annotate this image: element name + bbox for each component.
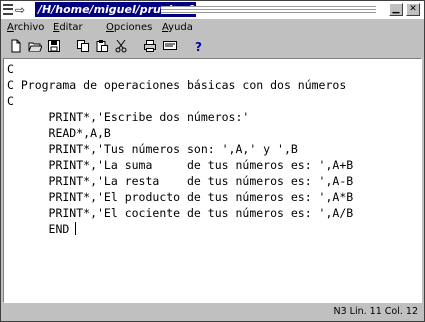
copy-icon[interactable] (76, 39, 90, 53)
menu-ayuda[interactable]: Ayuda (162, 21, 193, 35)
paste-icon[interactable] (95, 39, 109, 53)
code-line: PRINT*,'La suma de tus números es: ',A+B (7, 158, 354, 172)
new-file-icon[interactable] (9, 39, 23, 53)
cursor-position: N3 Lin. 11 Col. 12 (333, 306, 418, 317)
code-line: C Programa de operaciones básicas con do… (7, 78, 347, 92)
menu-opciones[interactable]: Opciones (106, 21, 152, 35)
code-line: PRINT*,'El cociente de tus números es: '… (7, 206, 354, 220)
status-bar: N3 Lin. 11 Col. 12 (3, 304, 422, 320)
svg-text:?: ? (195, 40, 202, 53)
text-caret (75, 222, 77, 235)
title-stripes (161, 6, 376, 14)
save-icon[interactable] (47, 39, 61, 53)
menu-archivo[interactable]: Archivo (7, 21, 44, 35)
menu-bar: Archivo Editar Opciones Ayuda (2, 19, 423, 37)
pin-icon[interactable]: ⇨ (15, 3, 25, 17)
minimize-button[interactable]: ▁ (389, 3, 403, 16)
code-line: PRINT*,'La resta de tus números es: ',A-… (7, 174, 354, 188)
open-file-icon[interactable] (28, 39, 42, 53)
code-text[interactable]: C C Programa de operaciones básicas con … (7, 61, 353, 237)
code-line: C (7, 94, 14, 108)
code-line: PRINT*,'Tus números son: ',A,' y ',B (7, 142, 298, 156)
code-line: PRINT*,'Escribe dos números:' (7, 110, 250, 124)
code-line: C (7, 62, 14, 76)
cut-icon[interactable] (114, 39, 128, 53)
preview-icon[interactable] (162, 39, 178, 53)
code-editor[interactable]: C C Programa de operaciones básicas con … (3, 58, 422, 303)
editor-window: ⇨ /H/home/miguel/prueba.f ▁ ✕ Archivo Ed… (0, 0, 425, 322)
code-line: PRINT*,'El producto de tus números es: '… (7, 190, 354, 204)
system-menu-icon[interactable] (3, 4, 13, 15)
close-button[interactable]: ✕ (406, 3, 420, 16)
code-line: READ*,A,B (7, 126, 111, 140)
title-bar[interactable]: ⇨ /H/home/miguel/prueba.f ▁ ✕ (1, 1, 424, 19)
print-icon[interactable] (143, 39, 157, 53)
help-icon[interactable]: ? (192, 39, 206, 53)
menu-editar[interactable]: Editar (53, 21, 83, 35)
toolbar: ? (2, 37, 423, 57)
code-line: END (7, 222, 70, 236)
